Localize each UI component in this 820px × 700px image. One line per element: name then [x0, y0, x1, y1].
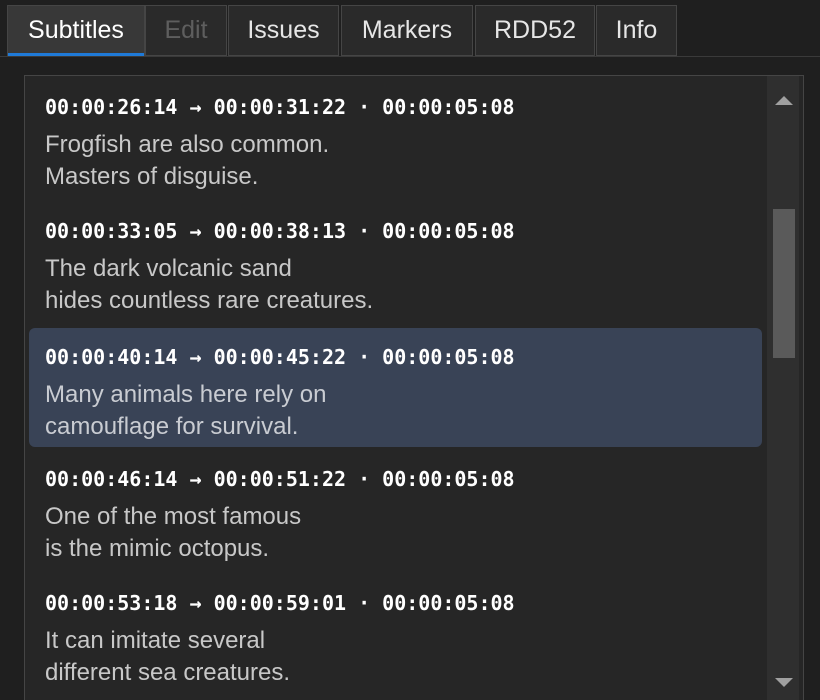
tab-subtitles[interactable]: Subtitles	[7, 5, 145, 56]
subtitle-timecode: 00:00:53:18 → 00:00:59:01 · 00:00:05:08	[45, 591, 515, 615]
subtitle-text-line-1: The dark volcanic sand	[45, 255, 292, 282]
triangle-down-icon[interactable]	[775, 678, 793, 687]
tab-label: Issues	[247, 16, 320, 44]
subtitle-entry[interactable]: 00:00:33:05 → 00:00:38:13 · 00:00:05:08 …	[29, 202, 762, 321]
subtitle-text-line-1: It can imitate several	[45, 627, 266, 654]
triangle-up-icon[interactable]	[775, 96, 793, 105]
subtitle-entry-selected[interactable]: 00:00:40:14 → 00:00:45:22 · 00:00:05:08 …	[29, 328, 762, 447]
subtitle-timecode: 00:00:33:05 → 00:00:38:13 · 00:00:05:08	[45, 219, 515, 243]
subtitle-text-line-1: Many animals here rely on	[45, 381, 327, 408]
subtitle-timecode: 00:00:40:14 → 00:00:45:22 · 00:00:05:08	[45, 345, 515, 369]
subtitle-text-line-1: One of the most famous	[45, 503, 302, 530]
subtitle-text-line-1: Frogfish are also common.	[45, 131, 330, 158]
subtitle-timecode: 00:00:26:14 → 00:00:31:22 · 00:00:05:08	[45, 95, 515, 119]
subtitle-text-line-2: different sea creatures.	[45, 659, 291, 686]
tab-label: Markers	[361, 16, 453, 44]
tab-bar-divider	[0, 56, 820, 57]
tab-issues[interactable]: Issues	[228, 5, 339, 56]
tab-rdd52[interactable]: RDD52	[475, 5, 595, 56]
subtitle-text-line-2: Masters of disguise.	[45, 163, 259, 190]
subtitle-entry[interactable]: 00:00:26:14 → 00:00:31:22 · 00:00:05:08 …	[29, 78, 762, 197]
subtitle-text-line-2: hides countless rare creatures.	[45, 287, 374, 314]
subtitle-timecode: 00:00:46:14 → 00:00:51:22 · 00:00:05:08	[45, 467, 515, 491]
tab-label: Edit	[164, 16, 208, 44]
tab-label: Info	[615, 16, 658, 44]
tab-label: Subtitles	[28, 16, 124, 44]
tab-bar: Subtitles Edit Issues Markers RDD52 Info	[0, 0, 820, 58]
vertical-scrollbar[interactable]	[767, 76, 799, 700]
tab-edit[interactable]: Edit	[145, 5, 227, 56]
subtitle-entry[interactable]: 00:00:46:14 → 00:00:51:22 · 00:00:05:08 …	[29, 450, 762, 569]
subtitle-text-line-2: camouflage for survival.	[45, 413, 299, 440]
subtitle-list-panel: 00:00:26:14 → 00:00:31:22 · 00:00:05:08 …	[24, 75, 804, 700]
tab-label: RDD52	[494, 16, 576, 44]
scrollbar-thumb[interactable]	[773, 209, 795, 358]
subtitle-entry[interactable]: 00:00:53:18 → 00:00:59:01 · 00:00:05:08 …	[29, 574, 762, 693]
tab-info[interactable]: Info	[596, 5, 677, 56]
subtitle-text-line-2: is the mimic octopus.	[45, 535, 270, 562]
tab-markers[interactable]: Markers	[341, 5, 473, 56]
